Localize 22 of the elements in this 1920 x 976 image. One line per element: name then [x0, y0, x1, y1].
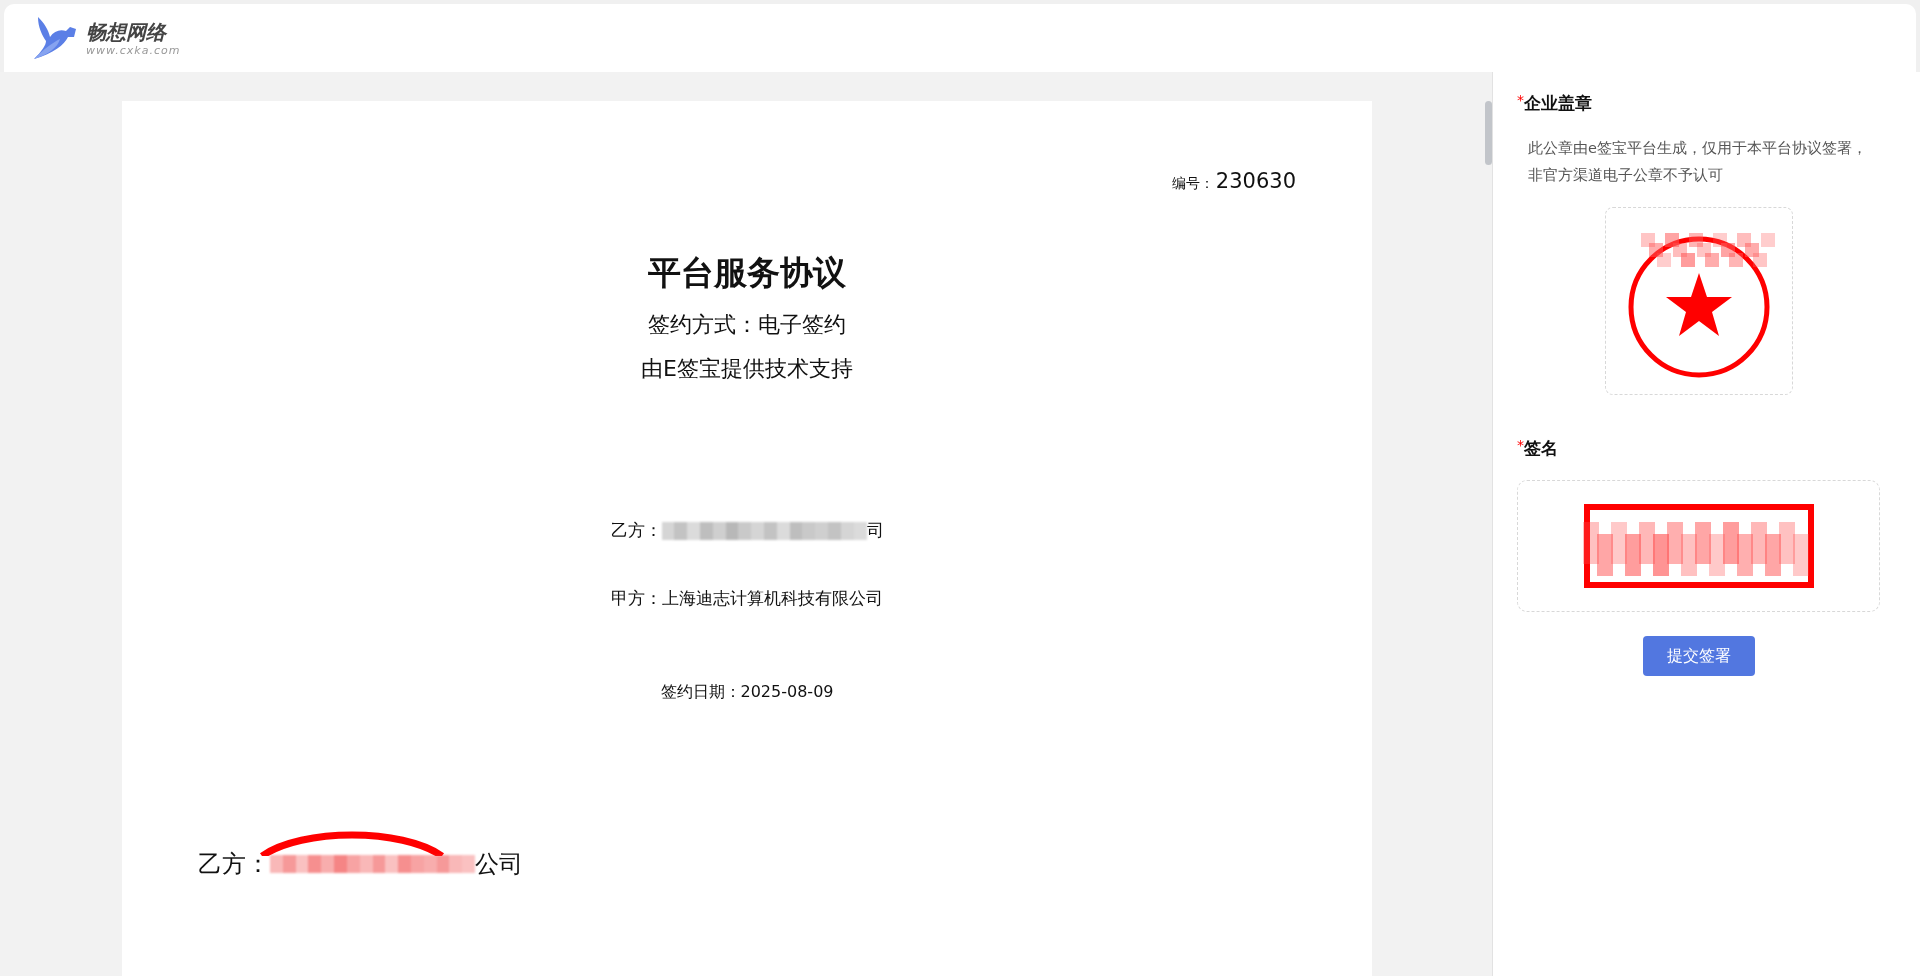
submit-button[interactable]: 提交签署 — [1642, 636, 1755, 676]
logo-url: www.cxka.com — [86, 43, 181, 57]
sign-date-text: 签约日期：2025-08-09 — [660, 682, 834, 703]
party-label: 乙方： — [198, 849, 270, 880]
seal-box[interactable] — [1604, 207, 1793, 395]
contract-number: 230630 — [1215, 169, 1296, 193]
party-a-text: 甲方：上海迪志计算机科技有限公司 — [611, 587, 883, 610]
provider-text: 由E签宝提供技术支持 — [641, 355, 853, 383]
contract-title: 平台服务协议 — [648, 252, 846, 294]
required-mark: * — [1517, 92, 1524, 108]
party-name-tail: 公司 — [475, 849, 523, 880]
seal-note-text: 此公章由e签宝平台生成，仅用于本平台协议签署，非官方渠道电子公章不予认可 — [1528, 139, 1868, 185]
scrollbar-thumb[interactable] — [1485, 101, 1492, 165]
section-title: 签名 — [1524, 437, 1558, 460]
party-name-tail: 司 — [866, 519, 884, 542]
signature-box[interactable] — [1517, 480, 1880, 612]
sign-method-text: 签约方式：电子签约 — [648, 311, 846, 339]
section-title: 企业盖章 — [1524, 92, 1592, 115]
party-label: 乙方： — [610, 519, 662, 542]
logo-name: 畅想网络 — [86, 19, 168, 44]
required-mark: * — [1517, 437, 1524, 453]
number-label: 编号： — [1171, 175, 1214, 193]
